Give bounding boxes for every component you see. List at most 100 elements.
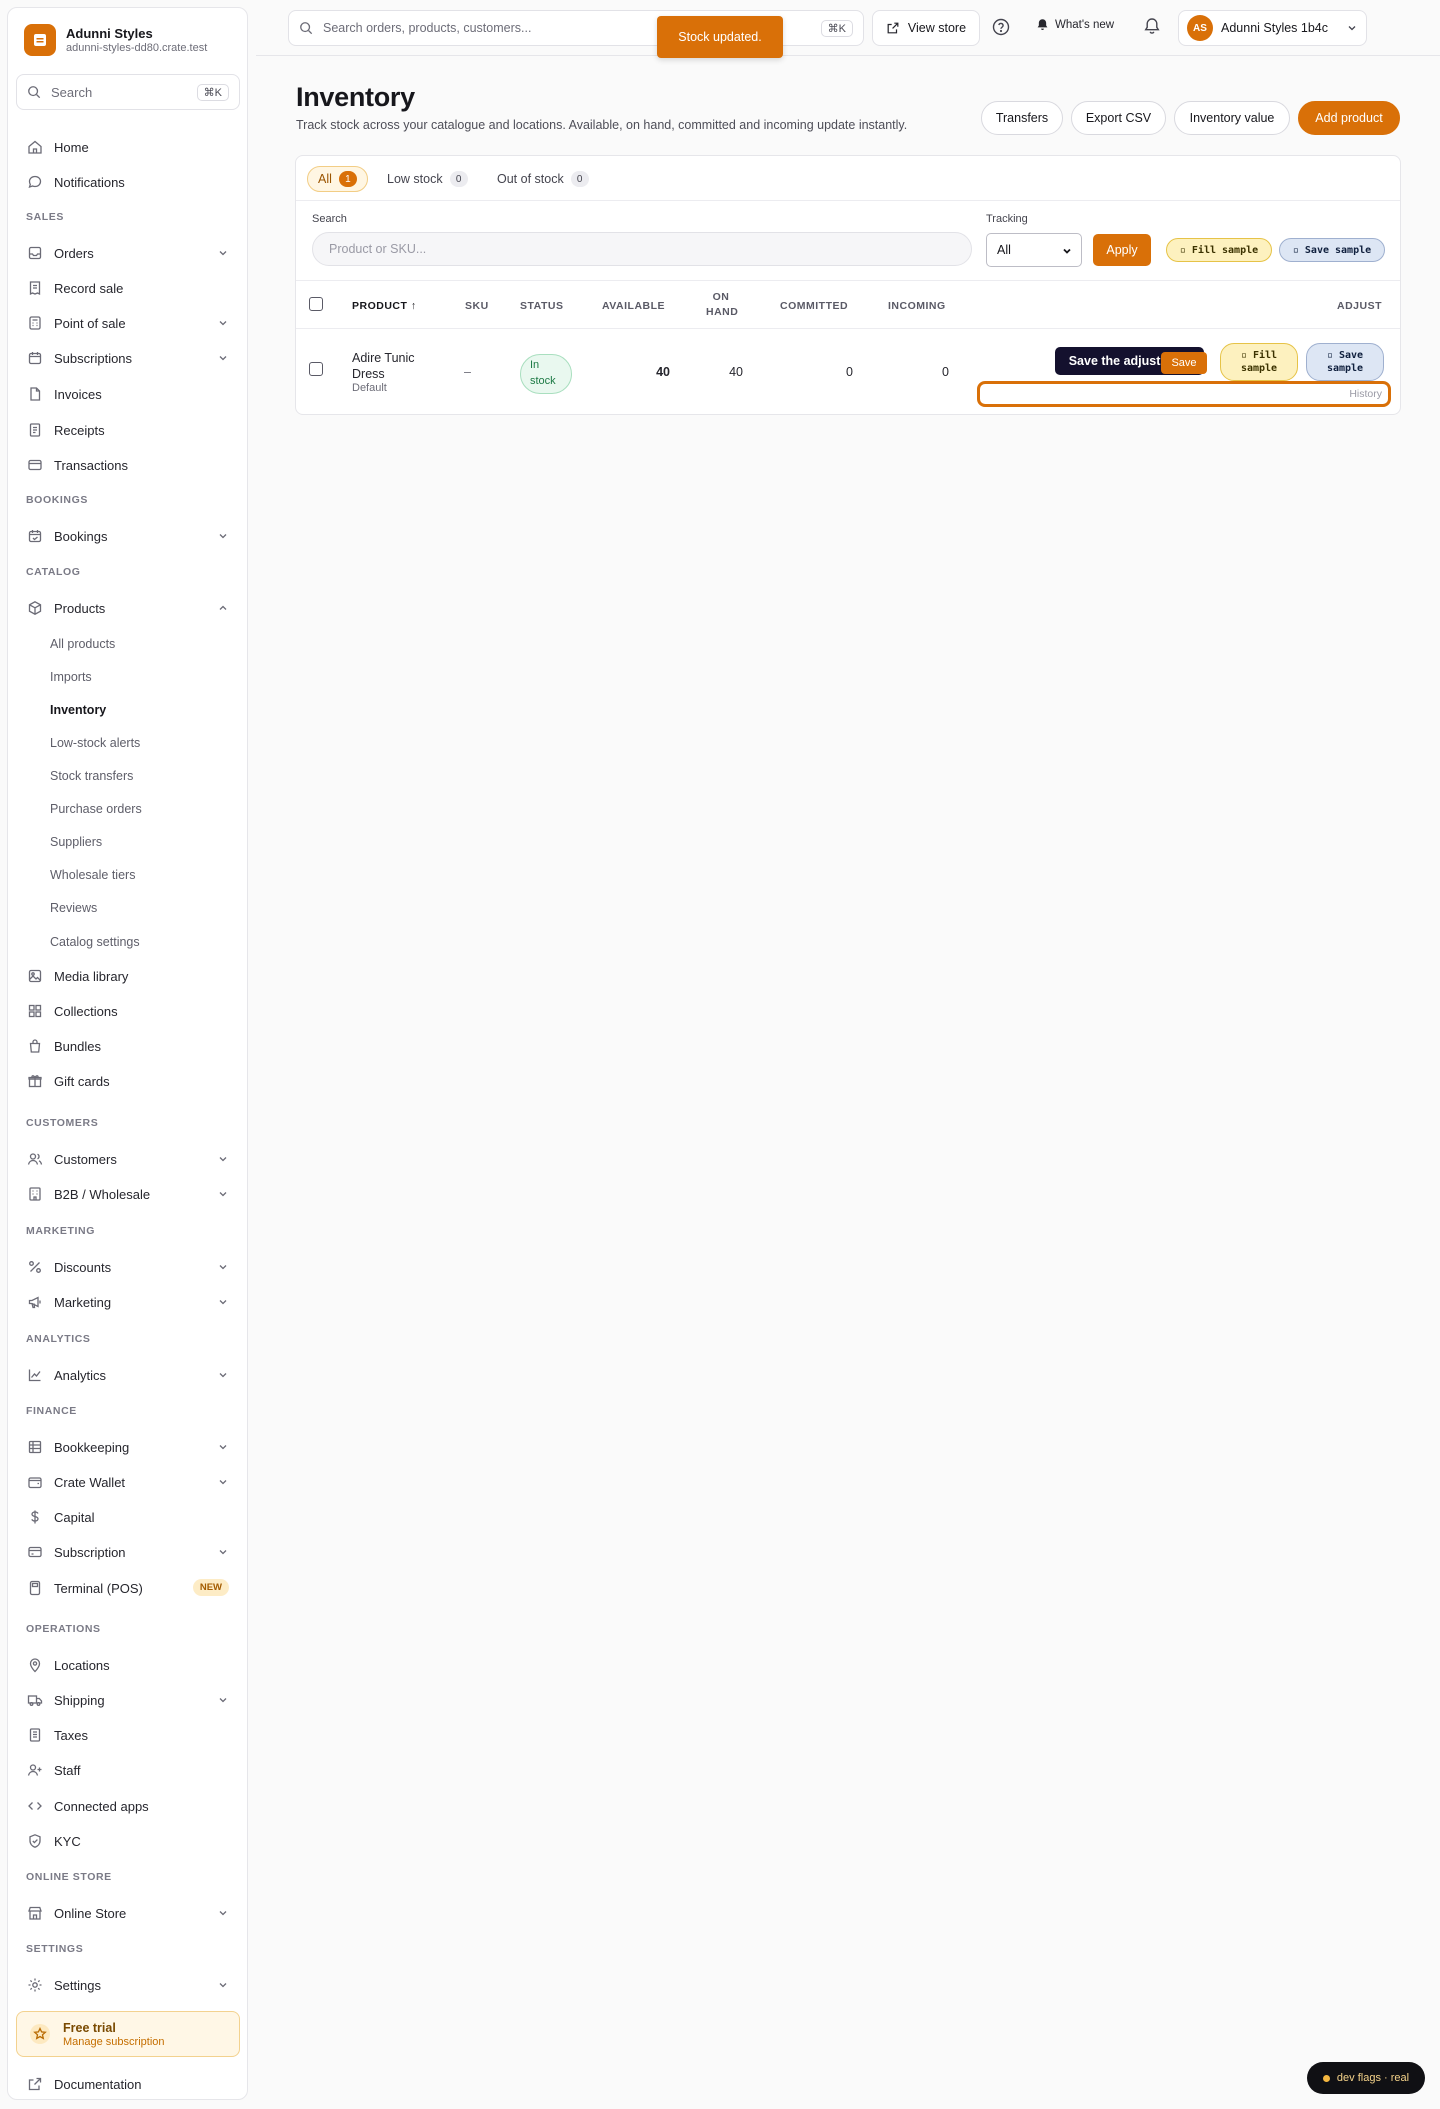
sidebar-item-marketing[interactable]: Marketing bbox=[19, 1289, 239, 1315]
sidebar-item-settings[interactable]: Settings bbox=[19, 1972, 239, 1998]
sidebar-item-kyc[interactable]: KYC bbox=[19, 1828, 239, 1854]
sidebar-item-collections[interactable]: Collections bbox=[19, 998, 239, 1024]
section-label-sales: SALES bbox=[26, 211, 65, 223]
store-logo-icon bbox=[24, 24, 56, 56]
sidebar-item-label: Crate Wallet bbox=[54, 1474, 126, 1490]
row-fill-sample-button[interactable]: ▫ Fill sample bbox=[1220, 343, 1298, 381]
status-badge: In stock bbox=[520, 354, 572, 394]
help-icon[interactable] bbox=[992, 18, 1010, 36]
sidebar-item-terminal[interactable]: Terminal (POS) NEW bbox=[19, 1575, 239, 1601]
sidebar-item-connected-apps[interactable]: Connected apps bbox=[19, 1793, 239, 1819]
sidebar-item-home[interactable]: Home bbox=[19, 134, 239, 160]
trial-title: Free trial bbox=[63, 2020, 116, 2035]
sidebar-subitem-suppliers[interactable]: Suppliers bbox=[50, 835, 102, 849]
sidebar-item-capital[interactable]: Capital bbox=[19, 1504, 239, 1530]
sidebar-item-bookings[interactable]: Bookings bbox=[19, 523, 239, 549]
fill-sample-button[interactable]: ▫ Fill sample bbox=[1166, 238, 1272, 262]
export-csv-button[interactable]: Export CSV bbox=[1071, 101, 1166, 135]
account-menu[interactable]: AS Adunni Styles 1b4c bbox=[1178, 10, 1367, 46]
sidebar-item-record-sale[interactable]: Record sale bbox=[19, 275, 239, 301]
section-label-customers: CUSTOMERS bbox=[26, 1117, 99, 1129]
transfers-button[interactable]: Transfers bbox=[981, 101, 1063, 135]
sidebar-item-analytics[interactable]: Analytics bbox=[19, 1362, 239, 1388]
sidebar-subitem-imports[interactable]: Imports bbox=[50, 670, 92, 684]
sidebar-item-crate-wallet[interactable]: Crate Wallet bbox=[19, 1469, 239, 1495]
sidebar-item-orders[interactable]: Orders bbox=[19, 240, 239, 266]
sidebar-item-bookkeeping[interactable]: Bookkeeping bbox=[19, 1434, 239, 1460]
sidebar-item-subscriptions[interactable]: Subscriptions bbox=[19, 345, 239, 371]
chevron-down-icon bbox=[219, 1265, 227, 1270]
sidebar-item-products[interactable]: Products bbox=[19, 595, 239, 621]
sidebar-item-receipts[interactable]: Receipts bbox=[19, 417, 239, 443]
sidebar-subitem-all-products[interactable]: All products bbox=[50, 637, 115, 651]
history-input[interactable]: History bbox=[977, 381, 1391, 407]
save-sample-button[interactable]: ▫ Save sample bbox=[1279, 238, 1385, 262]
column-header-sku: SKU bbox=[465, 300, 489, 312]
sidebar-search[interactable]: Search ⌘K bbox=[16, 74, 240, 110]
sidebar-item-bundles[interactable]: Bundles bbox=[19, 1033, 239, 1059]
manage-subscription-link[interactable]: Manage subscription bbox=[63, 2036, 165, 2048]
user-plus-icon bbox=[27, 1764, 42, 1776]
select-all-checkbox[interactable] bbox=[309, 297, 323, 311]
tab-count: 0 bbox=[449, 171, 468, 187]
sidebar-item-online-store[interactable]: Online Store bbox=[19, 1900, 239, 1926]
tab-label: Out of stock bbox=[497, 172, 564, 186]
tab-label: All bbox=[318, 172, 332, 186]
row-save-sample-line1: ▫ Save bbox=[1326, 350, 1364, 361]
document-icon bbox=[29, 423, 41, 437]
tab-out-of-stock[interactable]: Out of stock 0 bbox=[487, 166, 599, 192]
sidebar-subitem-wholesale-tiers[interactable]: Wholesale tiers bbox=[50, 868, 135, 882]
sidebar-item-taxes[interactable]: Taxes bbox=[19, 1722, 239, 1748]
sidebar-subitem-purchase-orders[interactable]: Purchase orders bbox=[50, 802, 142, 816]
sidebar-subitem-catalog-settings[interactable]: Catalog settings bbox=[50, 935, 140, 949]
brand[interactable]: Adunni Styles adunni-styles-dd80.crate.t… bbox=[24, 24, 207, 56]
sidebar-item-label: Notifications bbox=[54, 174, 125, 190]
row-save-sample-button[interactable]: ▫ Save sample bbox=[1306, 343, 1384, 381]
sidebar-item-point-of-sale[interactable]: Point of sale bbox=[19, 310, 239, 336]
whats-new-button[interactable]: What's new bbox=[1036, 18, 1114, 31]
sidebar-item-gift-cards[interactable]: Gift cards bbox=[19, 1068, 239, 1094]
tab-low-stock[interactable]: Low stock 0 bbox=[377, 166, 478, 192]
sidebar-item-shipping[interactable]: Shipping bbox=[19, 1687, 239, 1713]
tab-all[interactable]: All 1 bbox=[307, 166, 368, 192]
dev-flags-badge[interactable]: dev flags · real bbox=[1307, 2062, 1425, 2094]
column-header-product[interactable]: PRODUCT ↑ bbox=[352, 299, 417, 314]
apply-button[interactable]: Apply bbox=[1093, 234, 1151, 266]
sidebar-subitem-low-stock-alerts[interactable]: Low-stock alerts bbox=[50, 736, 140, 750]
dollar-icon bbox=[31, 1510, 39, 1524]
on-hand-value: 40 bbox=[729, 365, 743, 379]
add-product-button[interactable]: Add product bbox=[1298, 101, 1400, 135]
sidebar-item-documentation[interactable]: Documentation bbox=[19, 2071, 239, 2097]
view-store-button[interactable]: View store bbox=[872, 10, 980, 46]
sidebar-item-label: Bookkeeping bbox=[54, 1439, 130, 1455]
chevron-down-icon bbox=[219, 1192, 227, 1197]
free-trial-card[interactable]: Free trial Manage subscription bbox=[16, 2011, 240, 2057]
sidebar-item-discounts[interactable]: Discounts bbox=[19, 1254, 239, 1280]
credit-card-icon bbox=[28, 459, 42, 471]
sidebar-item-media-library[interactable]: Media library bbox=[19, 963, 239, 989]
product-name[interactable]: Adire Tunic Dress bbox=[352, 350, 415, 383]
sidebar-item-customers[interactable]: Customers bbox=[19, 1146, 239, 1172]
sidebar-item-label: Bookings bbox=[54, 528, 108, 544]
global-search-placeholder: Search orders, products, customers... bbox=[323, 21, 532, 35]
sidebar-item-staff[interactable]: Staff bbox=[19, 1757, 239, 1783]
sidebar-item-subscription[interactable]: Subscription bbox=[19, 1539, 239, 1565]
row-checkbox[interactable] bbox=[309, 362, 323, 376]
sidebar-item-invoices[interactable]: Invoices bbox=[19, 381, 239, 407]
sidebar-item-label: Home bbox=[54, 139, 89, 155]
chevron-down-icon bbox=[219, 251, 227, 256]
inventory-value-button[interactable]: Inventory value bbox=[1174, 101, 1290, 135]
sidebar-item-notifications[interactable]: Notifications bbox=[19, 169, 239, 195]
sidebar-item-transactions[interactable]: Transactions bbox=[19, 452, 239, 478]
sidebar-subitem-reviews[interactable]: Reviews bbox=[50, 901, 97, 915]
sidebar-item-b2b-wholesale[interactable]: B2B / Wholesale bbox=[19, 1181, 239, 1207]
sidebar-subitem-inventory[interactable]: Inventory bbox=[50, 703, 106, 717]
product-search-input[interactable]: Product or SKU... bbox=[312, 232, 972, 266]
tracking-select[interactable]: All bbox=[986, 233, 1082, 267]
sidebar-subitem-stock-transfers[interactable]: Stock transfers bbox=[50, 769, 133, 783]
notifications-bell-icon[interactable] bbox=[1143, 17, 1161, 35]
save-adjustment-button[interactable]: Save bbox=[1161, 352, 1207, 374]
box-icon bbox=[28, 601, 42, 615]
status-dot-icon bbox=[1322, 2074, 1330, 2082]
sidebar-item-locations[interactable]: Locations bbox=[19, 1652, 239, 1678]
